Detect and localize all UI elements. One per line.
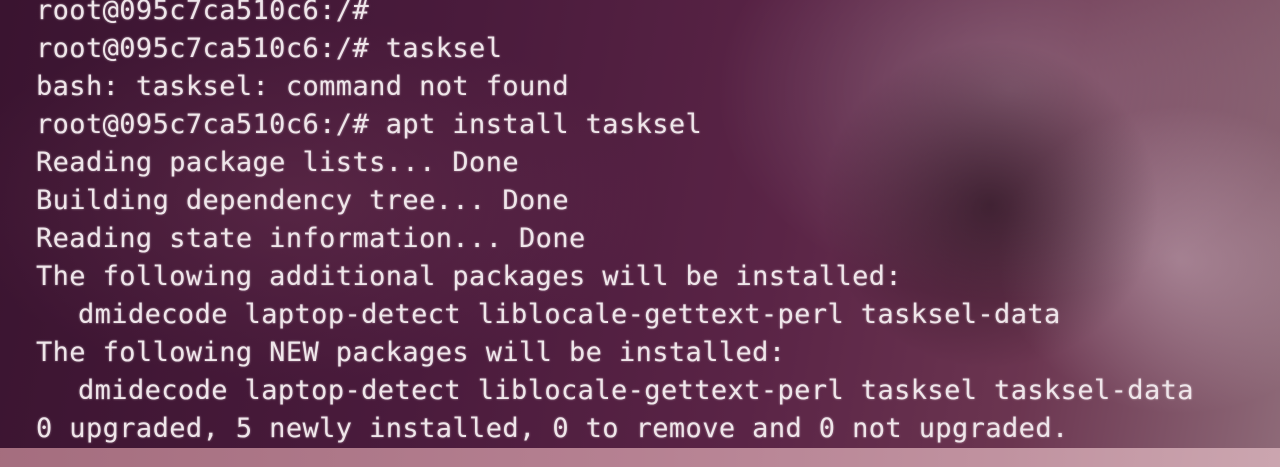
terminal-line-prompt: root@095c7ca510c6:/# [36,0,1266,30]
terminal-line-output: Reading package lists... Done [36,147,520,178]
shell-prompt: root@095c7ca510c6:/# [36,109,370,140]
terminal-line-command: root@095c7ca510c6:/# tasksel [36,30,1266,68]
terminal-line-output: The following additional packages will b… [36,261,903,292]
terminal-line-output: Building dependency tree... Done [36,185,569,216]
terminal-line-output: The following NEW packages will be insta… [36,337,786,368]
terminal-line-output: bash: tasksel: command not found [36,71,569,102]
terminal-line-command: root@095c7ca510c6:/# apt install tasksel [36,106,1266,144]
terminal-output[interactable]: root@095c7ca510c6:/# root@095c7ca510c6:/… [36,0,1266,448]
terminal-line-package-list: dmidecode laptop-detect liblocale-gettex… [78,375,1194,406]
terminal-line-summary: 0 upgraded, 5 newly installed, 0 to remo… [36,413,1069,444]
screen-bottom-edge [0,448,1280,467]
shell-prompt: root@095c7ca510c6:/# [36,33,370,64]
terminal-screen: root@095c7ca510c6:/# root@095c7ca510c6:/… [0,0,1280,467]
terminal-line-package-list: dmidecode laptop-detect liblocale-gettex… [78,299,1061,330]
shell-command: tasksel [385,33,503,64]
shell-prompt: root@095c7ca510c6:/# [36,0,370,26]
shell-command: apt install tasksel [385,109,703,140]
terminal-line-output: Reading state information... Done [36,223,586,254]
